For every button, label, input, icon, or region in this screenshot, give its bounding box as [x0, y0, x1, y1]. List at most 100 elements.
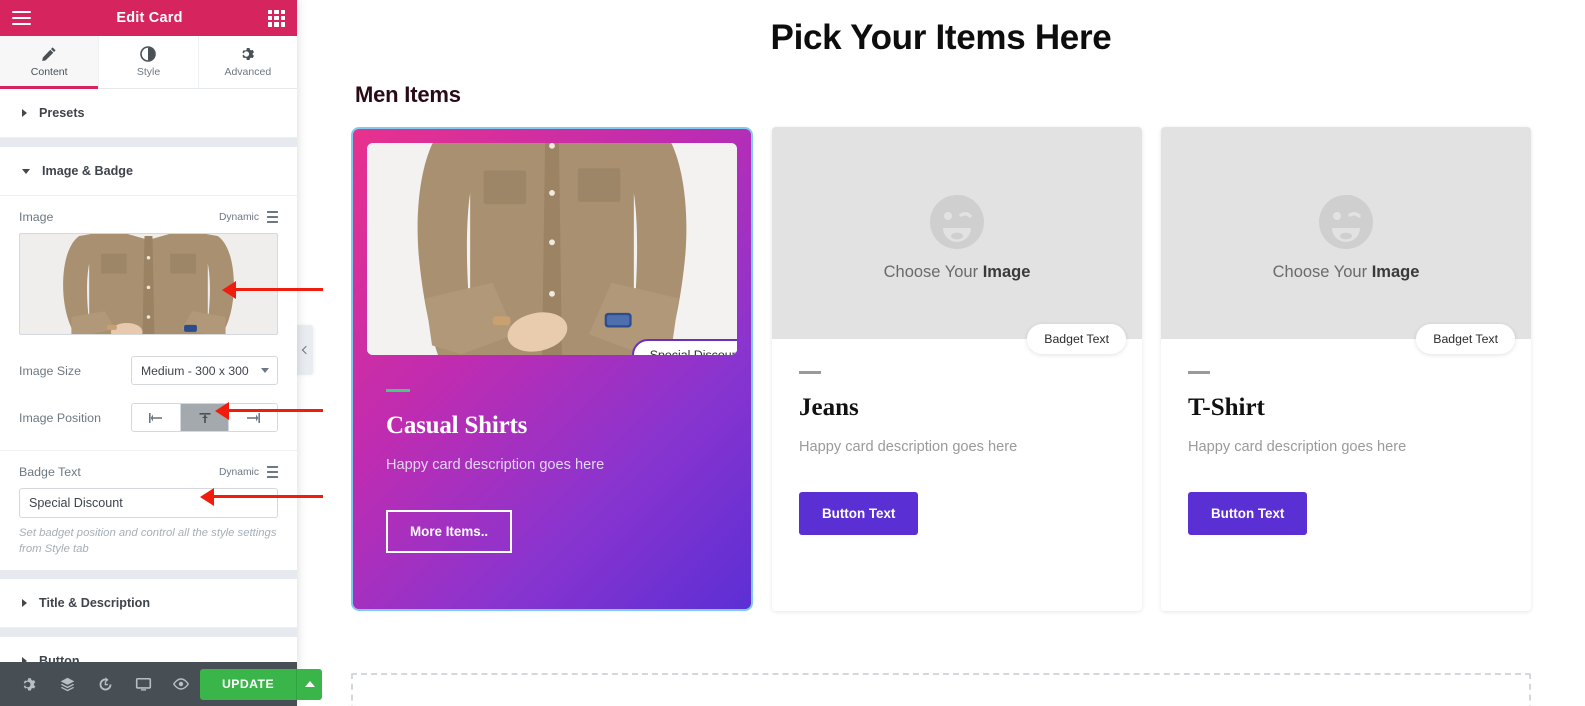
- tab-style[interactable]: Style: [99, 36, 199, 88]
- section-button-label: Button: [39, 653, 80, 662]
- placeholder-text-bold: Image: [982, 263, 1031, 281]
- tab-content[interactable]: Content: [0, 36, 100, 89]
- section-title-description[interactable]: Title & Description: [0, 578, 297, 628]
- responsive-monitor-icon[interactable]: [124, 662, 162, 706]
- section-separator: [0, 138, 297, 147]
- panel-body: Presets Image & Badge Image Dynamic Imag…: [0, 89, 297, 662]
- annotation-arrow-badge: [200, 487, 323, 506]
- card-title: Casual Shirts: [386, 412, 528, 439]
- card-item-selected[interactable]: Special Discount Casual Shirts Happy car…: [351, 127, 753, 611]
- card-image-placeholder[interactable]: Choose Your Image Badget Text: [772, 127, 1142, 354]
- card-image-placeholder[interactable]: Choose Your Image Badget Text: [1161, 127, 1531, 354]
- card-button[interactable]: Button Text: [799, 492, 919, 535]
- editor-panel: Edit Card Content Style Advanced Presets…: [0, 0, 323, 706]
- chevron-left-icon: [301, 345, 311, 355]
- section-separator: [0, 627, 297, 637]
- title-divider: [386, 389, 410, 392]
- update-button[interactable]: UPDATE: [200, 668, 297, 700]
- shirt-photo: [367, 143, 737, 355]
- winking-smiley-icon: [1319, 195, 1373, 249]
- hamburger-icon[interactable]: [12, 11, 31, 25]
- card-badge[interactable]: Badget Text: [1416, 324, 1515, 354]
- placeholder-label: Choose Your Image: [1273, 263, 1420, 282]
- grid-apps-icon[interactable]: [268, 9, 285, 27]
- section-title-description-label: Title & Description: [39, 595, 151, 610]
- title-divider: [1188, 371, 1210, 374]
- card-badge[interactable]: Badget Text: [1027, 324, 1126, 354]
- image-size-select[interactable]: Medium - 300 x 300: [131, 356, 278, 385]
- gear-icon: [242, 48, 254, 60]
- placeholder-label: Choose Your Image: [884, 263, 1031, 282]
- card-description: Happy card description goes here: [1188, 439, 1407, 455]
- align-top-icon: [199, 412, 210, 423]
- card-title: Jeans: [799, 394, 859, 421]
- image-size-value: Medium - 300 x 300: [141, 363, 249, 378]
- preview-canvas: Pick Your Items Here Men Items Special D…: [297, 0, 1585, 706]
- card-image[interactable]: Special Discount: [367, 143, 737, 355]
- eye-preview-icon[interactable]: [162, 662, 200, 706]
- empty-dropzone[interactable]: [351, 673, 1531, 706]
- card-title: T-Shirt: [1188, 394, 1265, 421]
- update-button-group: UPDATE: [200, 668, 323, 700]
- card-item[interactable]: Choose Your Image Badget Text T-Shirt Ha…: [1161, 127, 1531, 611]
- panel-footer: UPDATE: [0, 662, 323, 706]
- align-right-icon: [247, 412, 261, 423]
- tab-advanced-label: Advanced: [224, 66, 272, 78]
- chevron-right-icon: [22, 109, 27, 117]
- image-size-label: Image Size: [19, 363, 81, 378]
- tab-advanced[interactable]: Advanced: [198, 36, 297, 88]
- chevron-down-icon: [261, 368, 269, 373]
- dynamic-label: Dynamic: [218, 466, 259, 478]
- card-item[interactable]: Choose Your Image Badget Text Jeans Happ…: [772, 127, 1142, 611]
- layers-icon[interactable]: [48, 662, 86, 706]
- section-heading: Men Items: [355, 82, 461, 107]
- annotation-arrow-image: [222, 280, 323, 299]
- section-button[interactable]: Button: [0, 636, 297, 662]
- gear-icon[interactable]: [10, 662, 48, 706]
- badge-text-block: Badge Text Dynamic Set badget position a…: [0, 451, 297, 570]
- section-image-badge[interactable]: Image & Badge: [0, 147, 297, 196]
- image-control-block: Image Dynamic: [0, 196, 297, 347]
- card-badge[interactable]: Special Discount: [631, 339, 737, 355]
- section-image-badge-label: Image & Badge: [42, 164, 133, 178]
- database-icon: [267, 211, 278, 223]
- card-body: Casual Shirts Happy card description goe…: [367, 355, 737, 609]
- section-presets[interactable]: Presets: [0, 89, 297, 138]
- pencil-icon: [42, 47, 56, 61]
- panel-title: Edit Card: [116, 10, 183, 26]
- card-button[interactable]: More Items..: [386, 510, 513, 553]
- history-icon[interactable]: [86, 662, 124, 706]
- image-dynamic-toggle[interactable]: Dynamic: [219, 211, 278, 223]
- section-separator: [0, 569, 297, 579]
- tab-style-label: Style: [136, 66, 161, 78]
- image-position-label: Image Position: [19, 410, 101, 425]
- card-description: Happy card description goes here: [799, 439, 1018, 455]
- panel-header: Edit Card: [0, 0, 297, 36]
- update-options-button[interactable]: [296, 668, 323, 700]
- page-title: Pick Your Items Here: [770, 18, 1112, 57]
- align-left-icon: [148, 412, 162, 423]
- database-icon: [267, 466, 278, 478]
- card-body: T-Shirt Happy card description goes here…: [1161, 339, 1531, 611]
- card-description: Happy card description goes here: [386, 457, 605, 473]
- panel-collapse-handle[interactable]: [297, 325, 313, 375]
- chevron-up-icon: [304, 681, 315, 687]
- half-circle-contrast-icon: [140, 46, 157, 62]
- footer-icon-group: [10, 662, 200, 706]
- badge-dynamic-toggle[interactable]: Dynamic: [219, 466, 278, 478]
- card-button[interactable]: Button Text: [1188, 492, 1308, 535]
- image-preview[interactable]: [19, 233, 278, 335]
- image-size-row: Image Size Medium - 300 x 300: [0, 347, 297, 394]
- image-position-left-option[interactable]: [132, 404, 181, 431]
- placeholder-text-regular: Choose Your: [883, 263, 983, 281]
- chevron-right-icon: [22, 598, 27, 607]
- elementor-editor: Edit Card Content Style Advanced Presets…: [0, 0, 1585, 706]
- image-position-row: Image Position: [0, 394, 297, 441]
- winking-smiley-icon: [930, 195, 984, 249]
- badge-text-label: Badge Text: [19, 465, 81, 479]
- placeholder-text-regular: Choose Your: [1272, 263, 1372, 281]
- badge-text-input[interactable]: [19, 488, 278, 518]
- card-body: Jeans Happy card description goes here B…: [772, 339, 1142, 611]
- title-divider: [799, 371, 821, 374]
- image-control-row: Image Dynamic: [19, 210, 278, 224]
